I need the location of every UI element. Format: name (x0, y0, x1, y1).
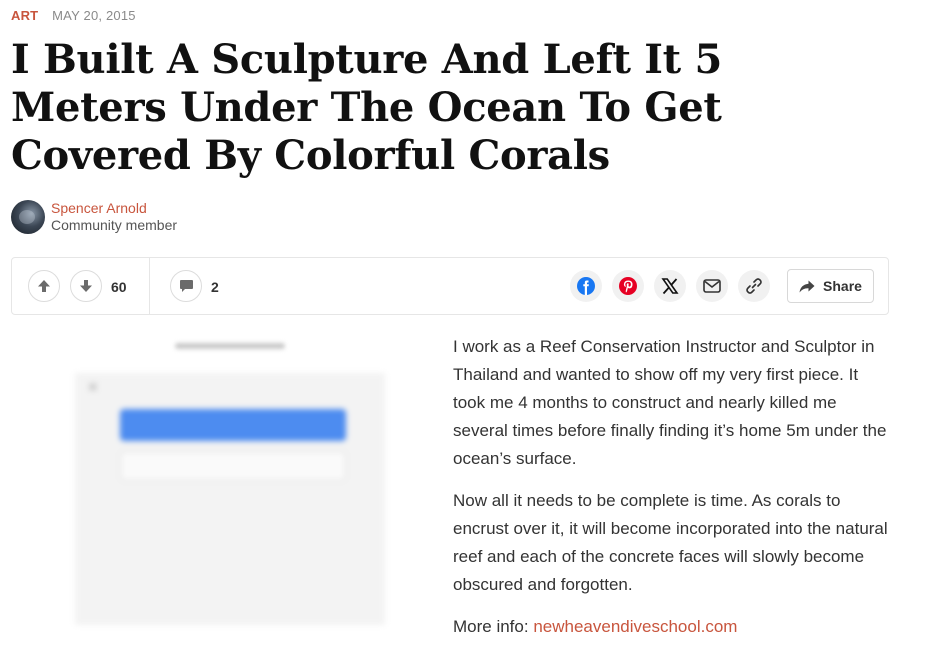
share-email-button[interactable] (696, 270, 728, 302)
comment-count: 2 (211, 279, 219, 295)
author-role: Community member (51, 217, 178, 233)
publish-date: MAY 20, 2015 (52, 8, 136, 23)
share-x-button[interactable] (654, 270, 686, 302)
envelope-icon (703, 279, 721, 293)
arrow-up-icon (38, 280, 50, 292)
vote-count: 60 (111, 279, 127, 295)
article-paragraph: I work as a Reef Conservation Instructor… (453, 337, 887, 468)
article-body: I work as a Reef Conservation Instructor… (453, 333, 893, 655)
advertisement: ✕ (75, 335, 387, 625)
facebook-icon (577, 277, 595, 295)
share-button-label: Share (823, 278, 862, 294)
article-paragraph: Now all it needs to be complete is time.… (453, 491, 888, 594)
ad-secondary-button (120, 451, 346, 481)
share-arrow-icon (799, 280, 815, 292)
upvote-button[interactable] (28, 270, 60, 302)
x-icon (661, 278, 679, 295)
ad-close-icon: ✕ (87, 379, 99, 395)
more-info: More info: newheavendiveschool.com (453, 613, 893, 641)
comment-button[interactable] (170, 270, 202, 302)
divider (149, 258, 150, 314)
category-link[interactable]: ART (11, 8, 38, 23)
author-name[interactable]: Spencer Arnold (51, 200, 177, 217)
ad-label-placeholder (175, 343, 285, 349)
ad-primary-button (120, 409, 346, 441)
ad-frame: ✕ (75, 373, 385, 625)
article-meta: ART MAY 20, 2015 (11, 8, 136, 23)
author-info: Spencer Arnold Community member (51, 200, 177, 234)
avatar[interactable] (11, 200, 45, 234)
article-title: I Built A Sculpture And Left It 5 Meters… (11, 36, 723, 179)
downvote-button[interactable] (70, 270, 102, 302)
share-facebook-button[interactable] (570, 270, 602, 302)
article-action-bar: 60 2 Share (11, 257, 889, 315)
share-button[interactable]: Share (787, 269, 874, 303)
speech-bubble-icon (179, 280, 193, 292)
more-info-link[interactable]: newheavendiveschool.com (533, 617, 737, 636)
link-icon (746, 278, 762, 294)
more-info-label: More info: (453, 617, 534, 636)
arrow-down-icon (80, 280, 92, 292)
pinterest-icon (619, 277, 637, 295)
share-pinterest-button[interactable] (612, 270, 644, 302)
copy-link-button[interactable] (738, 270, 770, 302)
author-block[interactable]: Spencer Arnold Community member (11, 200, 177, 234)
